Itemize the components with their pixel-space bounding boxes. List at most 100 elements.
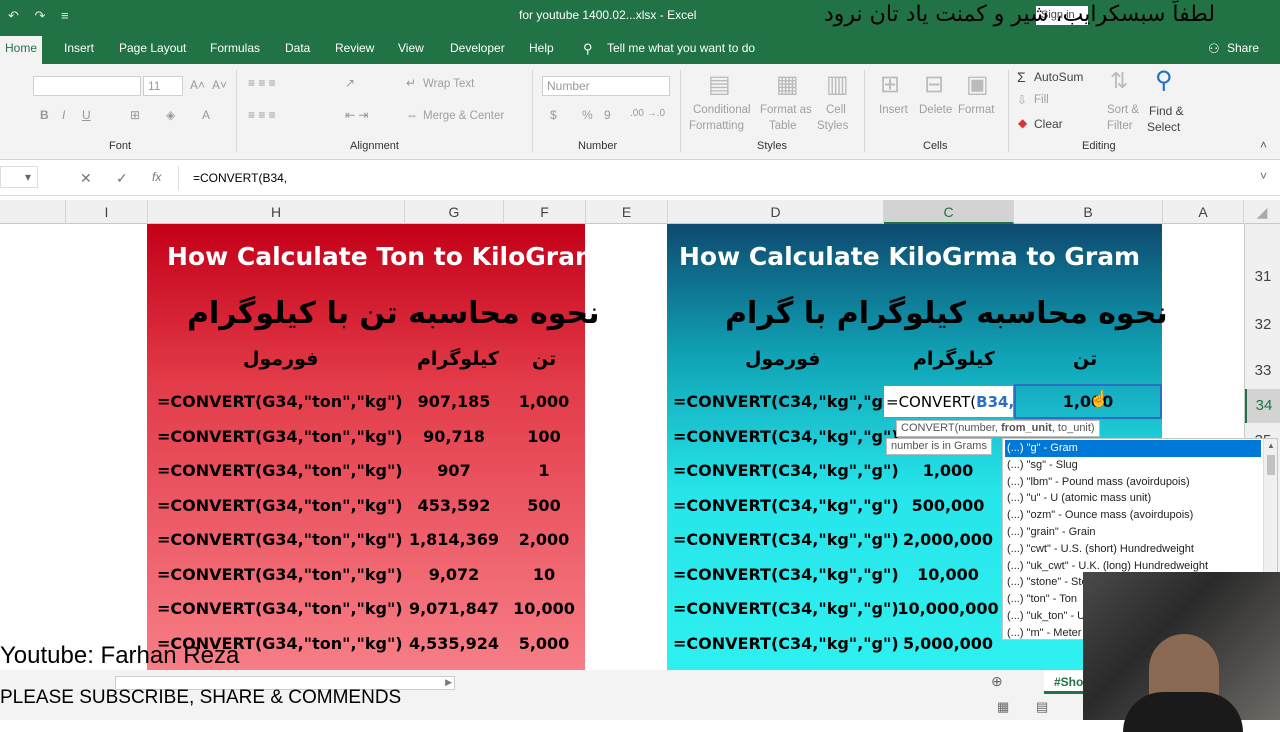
quick-access-toolbar[interactable]: ↶ ↷ ≡	[8, 8, 75, 24]
column-header-a[interactable]: A	[1163, 200, 1244, 224]
ton-kg-kg-cell[interactable]: 90,718	[405, 420, 503, 454]
ton-kg-kg-cell[interactable]: 453,592	[405, 489, 503, 523]
kg-gram-g-cell[interactable]: 10,000	[883, 558, 1013, 592]
ton-kg-formula-cell[interactable]: =CONVERT(G34,"ton","kg")	[157, 558, 403, 592]
format-cells-button[interactable]: Format	[958, 104, 994, 116]
number-format-box[interactable]: Number	[542, 76, 670, 96]
kg-gram-formula-cell[interactable]: =CONVERT(C34,"kg","g")	[673, 523, 899, 557]
tab-page-layout[interactable]: Page Layout	[119, 41, 186, 55]
column-header-f[interactable]: F	[504, 200, 586, 224]
delete-cells-button[interactable]: Delete	[919, 104, 952, 116]
column-header-d[interactable]: D	[668, 200, 884, 224]
ton-kg-kg-cell[interactable]: 907,185	[405, 385, 503, 419]
scroll-thumb[interactable]	[1267, 455, 1275, 475]
tab-data[interactable]: Data	[285, 41, 310, 55]
ton-kg-ton-cell[interactable]: 10,000	[504, 592, 584, 626]
add-sheet-icon[interactable]: ⊕	[991, 673, 1003, 690]
tab-view[interactable]: View	[398, 41, 424, 55]
tab-review[interactable]: Review	[335, 41, 374, 55]
ton-kg-ton-cell[interactable]: 2,000	[504, 523, 584, 557]
merge-center-button[interactable]: Merge & Center	[423, 110, 504, 122]
unit-option[interactable]: (...) "grain" - Grain	[1005, 524, 1261, 541]
ton-kg-formula-cell[interactable]: =CONVERT(G34,"ton","kg")	[157, 454, 403, 488]
ton-kg-formula-cell[interactable]: =CONVERT(G34,"ton","kg")	[157, 420, 403, 454]
percent-icon[interactable]: %	[582, 108, 593, 122]
kg-gram-formula-cell[interactable]: =CONVERT(C34,"kg","g")	[673, 592, 899, 626]
unit-option[interactable]: (...) "cwt" - U.S. (short) Hundredweight	[1005, 541, 1261, 558]
ton-kg-kg-cell[interactable]: 1,814,369	[405, 523, 503, 557]
chevron-down-icon[interactable]: ▾	[25, 170, 31, 184]
page-layout-view-icon[interactable]: ▤	[1036, 699, 1048, 715]
align-left-icon[interactable]: ≡ ≡ ≡	[248, 108, 276, 122]
name-box[interactable]: ▾	[0, 166, 38, 188]
align-top-icon[interactable]: ≡ ≡ ≡	[248, 76, 276, 90]
underline-button[interactable]: U	[82, 108, 91, 122]
ton-kg-ton-cell[interactable]: 100	[504, 420, 584, 454]
tab-formulas[interactable]: Formulas	[210, 41, 260, 55]
scroll-right-icon[interactable]: ▶	[445, 677, 452, 688]
column-header-b[interactable]: B	[1014, 200, 1163, 224]
orientation-icon[interactable]: ↗	[345, 76, 355, 90]
kg-gram-g-cell[interactable]: 5,000,000	[883, 627, 1013, 661]
kg-gram-g-cell[interactable]: 10,000,000	[883, 592, 1013, 626]
conditional-formatting-button[interactable]: Conditional	[693, 104, 751, 116]
ton-kg-kg-cell[interactable]: 4,535,924	[405, 627, 503, 661]
row-header-33[interactable]: 33	[1245, 354, 1280, 388]
tab-insert[interactable]: Insert	[64, 41, 94, 55]
unit-option[interactable]: (...) "g" - Gram	[1005, 440, 1261, 457]
row-header-31[interactable]: 31	[1245, 260, 1280, 294]
fill-color-icon[interactable]: ◈	[166, 108, 175, 122]
select-all-corner[interactable]: ◢	[1244, 200, 1280, 224]
kg-gram-formula-cell[interactable]: =CONVERT(C34,"kg","g")	[673, 489, 899, 523]
row-header-35[interactable]: 35	[1245, 424, 1280, 438]
scroll-up-icon[interactable]: ▲	[1267, 441, 1275, 450]
ton-kg-ton-cell[interactable]: 1,000	[504, 385, 584, 419]
font-name-box[interactable]	[33, 76, 141, 96]
unit-option[interactable]: (...) "u" - U (atomic mass unit)	[1005, 490, 1261, 507]
cancel-entry-icon[interactable]: ✕	[80, 170, 92, 187]
autosum-button[interactable]: AutoSum	[1034, 70, 1083, 84]
indent-icon[interactable]: ⇤ ⇥	[345, 108, 368, 122]
currency-icon[interactable]: $	[550, 108, 557, 122]
wrap-text-icon[interactable]: ↵	[406, 76, 416, 90]
insert-cells-button[interactable]: Insert	[879, 104, 908, 116]
tab-developer[interactable]: Developer	[450, 41, 505, 55]
selected-cell-b34[interactable]	[1014, 384, 1162, 419]
ton-kg-formula-cell[interactable]: =CONVERT(G34,"ton","kg")	[157, 489, 403, 523]
sheet-tab[interactable]: #Sho	[1044, 670, 1084, 694]
borders-icon[interactable]: ⊞	[130, 108, 140, 122]
ton-kg-ton-cell[interactable]: 1	[504, 454, 584, 488]
kg-gram-formula-cell[interactable]: =CONVERT(C34,"kg","g")	[673, 454, 899, 488]
cell-styles-button[interactable]: Cell	[826, 104, 846, 116]
grow-font-icon[interactable]: A˄	[190, 78, 205, 92]
formula-input[interactable]: =CONVERT(B34, ˅	[178, 166, 1273, 190]
kg-gram-g-cell[interactable]: 500,000	[883, 489, 1013, 523]
ton-kg-formula-cell[interactable]: =CONVERT(G34,"ton","kg")	[157, 385, 403, 419]
format-as-table-button[interactable]: Format as	[760, 104, 812, 116]
shrink-font-icon[interactable]: A˅	[212, 78, 227, 92]
wrap-text-button[interactable]: Wrap Text	[423, 78, 474, 90]
tab-help[interactable]: Help	[529, 41, 554, 55]
kg-gram-formula-cell[interactable]: =CONVERT(C34,"kg","g")	[673, 385, 899, 419]
unit-option[interactable]: (...) "ozm" - Ounce mass (avoirdupois)	[1005, 507, 1261, 524]
confirm-entry-icon[interactable]: ✓	[116, 170, 128, 187]
ton-kg-kg-cell[interactable]: 9,072	[405, 558, 503, 592]
italic-button[interactable]: I	[62, 108, 65, 122]
expand-formula-icon[interactable]: ˅	[1260, 169, 1267, 183]
ton-kg-ton-cell[interactable]: 10	[504, 558, 584, 592]
row-header-32[interactable]: 32	[1245, 308, 1280, 342]
kg-gram-formula-cell[interactable]: =CONVERT(C34,"kg","g")	[673, 627, 899, 661]
ton-kg-kg-cell[interactable]: 9,071,847	[405, 592, 503, 626]
decimal-icon[interactable]: .00 →.0	[630, 108, 665, 119]
bold-button[interactable]: B	[40, 108, 49, 122]
find-select-button[interactable]: Find &	[1149, 104, 1184, 118]
tab-home[interactable]: Home	[0, 36, 43, 64]
ton-kg-ton-cell[interactable]: 500	[504, 489, 584, 523]
sort-filter-button[interactable]: Sort &	[1107, 104, 1139, 116]
column-header-h[interactable]: H	[148, 200, 405, 224]
active-edit-cell-c34[interactable]: =CONVERT(B34,	[883, 385, 1014, 418]
insert-function-icon[interactable]: fx	[152, 170, 161, 184]
collapse-ribbon-icon[interactable]: ˄	[1260, 138, 1267, 152]
fill-button[interactable]: Fill	[1034, 94, 1049, 106]
kg-gram-g-cell[interactable]: 1,000	[883, 454, 1013, 488]
